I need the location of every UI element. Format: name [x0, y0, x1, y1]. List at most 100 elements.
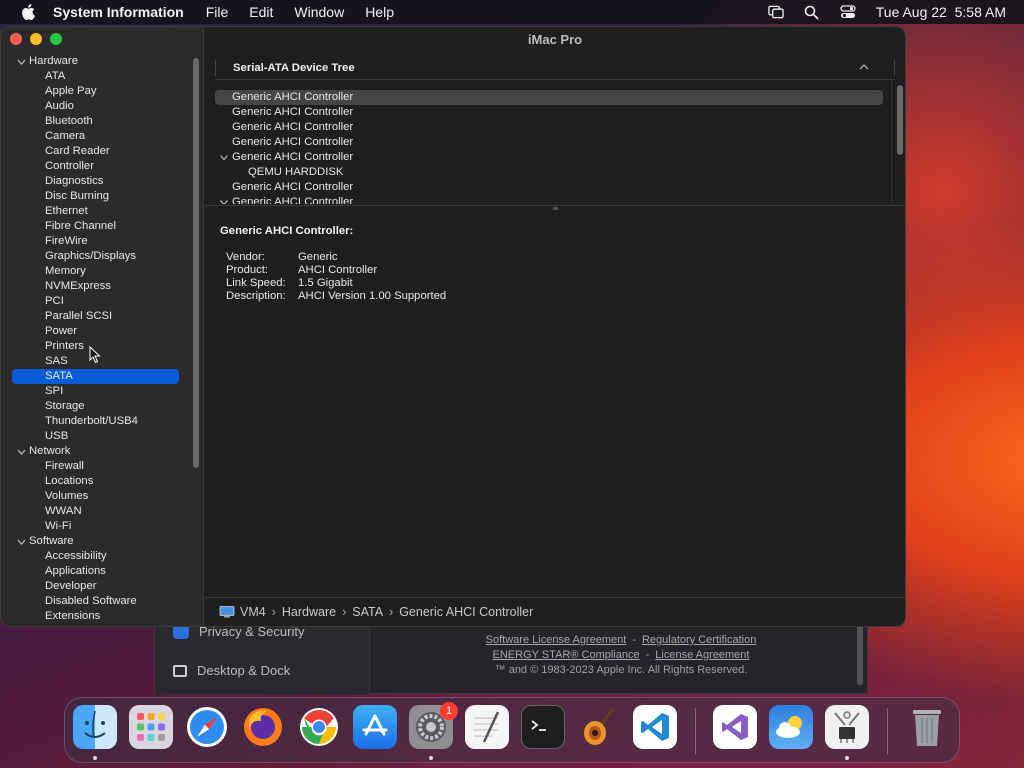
sidebar-item-apple-pay[interactable]: Apple Pay: [1, 84, 191, 99]
sidebar-item-usb[interactable]: USB: [1, 429, 191, 444]
sidebar-item-card-reader[interactable]: Card Reader: [1, 144, 191, 159]
regulatory-certification-link[interactable]: Regulatory Certification: [642, 634, 756, 646]
sort-chevron-icon[interactable]: [857, 60, 871, 74]
device-tree-row[interactable]: Generic AHCI Controller: [215, 195, 883, 204]
sidebar-group-software[interactable]: Software: [1, 534, 191, 549]
textedit-icon[interactable]: [465, 705, 509, 749]
chevron-down-icon[interactable]: [16, 444, 26, 459]
device-tree-row[interactable]: Generic AHCI Controller: [215, 180, 883, 195]
edit-menu[interactable]: Edit: [249, 4, 273, 20]
sidebar-item-developer[interactable]: Developer: [1, 579, 191, 594]
sidebar-item-firewall[interactable]: Firewall: [1, 459, 191, 474]
screen-mirroring-icon[interactable]: [768, 4, 784, 20]
sidebar-item-fibre-channel[interactable]: Fibre Channel: [1, 219, 191, 234]
search-icon[interactable]: [804, 4, 820, 20]
device-tree-row[interactable]: Generic AHCI Controller: [215, 135, 883, 150]
window-menu[interactable]: Window: [294, 4, 344, 20]
sidebar-item-bluetooth[interactable]: Bluetooth: [1, 114, 191, 129]
sidebar-item-accessibility[interactable]: Accessibility: [1, 549, 191, 564]
device-tree-row[interactable]: Generic AHCI Controller: [215, 120, 883, 135]
dock-divider: [695, 708, 696, 754]
license-agreement-link[interactable]: License Agreement: [655, 649, 749, 661]
terminal-icon[interactable]: [521, 705, 565, 749]
close-button[interactable]: [10, 33, 22, 45]
path-component-hardware[interactable]: Hardware: [282, 605, 336, 619]
path-component-sata[interactable]: SATA: [352, 605, 383, 619]
help-menu[interactable]: Help: [365, 4, 394, 20]
sidebar-group-network[interactable]: Network: [1, 444, 191, 459]
sidebar-item-locations[interactable]: Locations: [1, 474, 191, 489]
sidebar-item-wwan[interactable]: WWAN: [1, 504, 191, 519]
firefox-icon[interactable]: [241, 705, 285, 749]
energy-star-link[interactable]: ENERGY STAR® Compliance: [493, 649, 640, 661]
zoom-button[interactable]: [50, 33, 62, 45]
sidebar-scrollbar[interactable]: [193, 58, 199, 468]
path-component-computer[interactable]: VM4: [240, 605, 266, 619]
column-header-label[interactable]: Serial-ATA Device Tree: [233, 62, 355, 74]
split-divider[interactable]: [205, 205, 905, 206]
sidebar-item-sata[interactable]: SATA: [12, 369, 179, 384]
sidebar-item-volumes[interactable]: Volumes: [1, 489, 191, 504]
garageband-icon[interactable]: [577, 705, 621, 749]
trash-icon[interactable]: [905, 705, 949, 749]
path-component-device[interactable]: Generic AHCI Controller: [399, 605, 533, 619]
sidebar-item-nvmexpress[interactable]: NVMExpress: [1, 279, 191, 294]
sidebar-item-wi-fi[interactable]: Wi-Fi: [1, 519, 191, 534]
minimize-button[interactable]: [30, 33, 42, 45]
weather-icon[interactable]: [769, 705, 813, 749]
sidebar-item-extensions[interactable]: Extensions: [1, 609, 191, 624]
sidebar-group-label: Network: [29, 445, 71, 457]
finder-icon[interactable]: [73, 705, 117, 749]
sidebar-item-pci[interactable]: PCI: [1, 294, 191, 309]
visual-studio-icon[interactable]: [713, 705, 757, 749]
menubar-clock[interactable]: Tue Aug 22 5:58 AM: [876, 4, 1006, 20]
sidebar-item-storage[interactable]: Storage: [1, 399, 191, 414]
chevron-down-icon[interactable]: [219, 195, 229, 204]
control-center-icon[interactable]: [840, 4, 856, 20]
device-tree-row[interactable]: Generic AHCI Controller: [215, 150, 883, 165]
safari-icon[interactable]: [185, 705, 229, 749]
device-list-scrollbar[interactable]: [897, 85, 903, 155]
system-settings-icon[interactable]: 1: [409, 702, 458, 749]
sidebar-item-audio[interactable]: Audio: [1, 99, 191, 114]
chevron-down-icon[interactable]: [16, 534, 26, 549]
sidebar-group-hardware[interactable]: Hardware: [1, 54, 191, 69]
sidebar-item-thunderbolt-usb4[interactable]: Thunderbolt/USB4: [1, 414, 191, 429]
file-menu[interactable]: File: [206, 4, 229, 20]
vscode-icon[interactable]: [633, 705, 677, 749]
chevron-down-icon[interactable]: [16, 54, 26, 69]
sidebar-item-camera[interactable]: Camera: [1, 129, 191, 144]
sidebar-item-firewire[interactable]: FireWire: [1, 234, 191, 249]
column-header[interactable]: Serial-ATA Device Tree: [215, 56, 895, 80]
background-scrollbar[interactable]: [857, 623, 863, 685]
sidebar: Hardware ATA Apple Pay Audio Bluetooth Camera…: [1, 27, 204, 626]
chevron-down-icon[interactable]: [219, 150, 229, 165]
system-information-icon[interactable]: [825, 705, 869, 749]
sidebar-item-memory[interactable]: Memory: [1, 264, 191, 279]
app-menu[interactable]: System Information: [53, 4, 184, 20]
sidebar-item-parallel-scsi[interactable]: Parallel SCSI: [1, 309, 191, 324]
sidebar-item-disc-burning[interactable]: Disc Burning: [1, 189, 191, 204]
chrome-icon[interactable]: [297, 705, 341, 749]
sidebar-item-ata[interactable]: ATA: [1, 69, 191, 84]
sidebar-item-spi[interactable]: SPI: [1, 384, 191, 399]
sidebar-item-desktop-dock[interactable]: Desktop & Dock: [173, 663, 290, 678]
sidebar-item-diagnostics[interactable]: Diagnostics: [1, 174, 191, 189]
software-license-link[interactable]: Software License Agreement: [486, 634, 627, 646]
sidebar-item-power[interactable]: Power: [1, 324, 191, 339]
sidebar-item-disabled-software[interactable]: Disabled Software: [1, 594, 191, 609]
sidebar-item-ethernet[interactable]: Ethernet: [1, 204, 191, 219]
apple-icon[interactable]: [20, 4, 36, 20]
split-handle[interactable]: [553, 207, 558, 210]
device-tree-row[interactable]: Generic AHCI Controller: [215, 90, 883, 105]
path-separator-icon: ›: [342, 605, 347, 619]
device-tree-row[interactable]: Generic AHCI Controller: [215, 105, 883, 120]
property-row: Product: AHCI Controller: [226, 264, 446, 277]
path-separator-icon: ›: [271, 605, 276, 619]
device-tree-row[interactable]: QEMU HARDDISK: [215, 165, 883, 180]
sidebar-item-graphics-displays[interactable]: Graphics/Displays: [1, 249, 191, 264]
sidebar-item-controller[interactable]: Controller: [1, 159, 191, 174]
launchpad-icon[interactable]: [129, 705, 173, 749]
sidebar-item-applications[interactable]: Applications: [1, 564, 191, 579]
app-store-icon[interactable]: [353, 705, 397, 749]
